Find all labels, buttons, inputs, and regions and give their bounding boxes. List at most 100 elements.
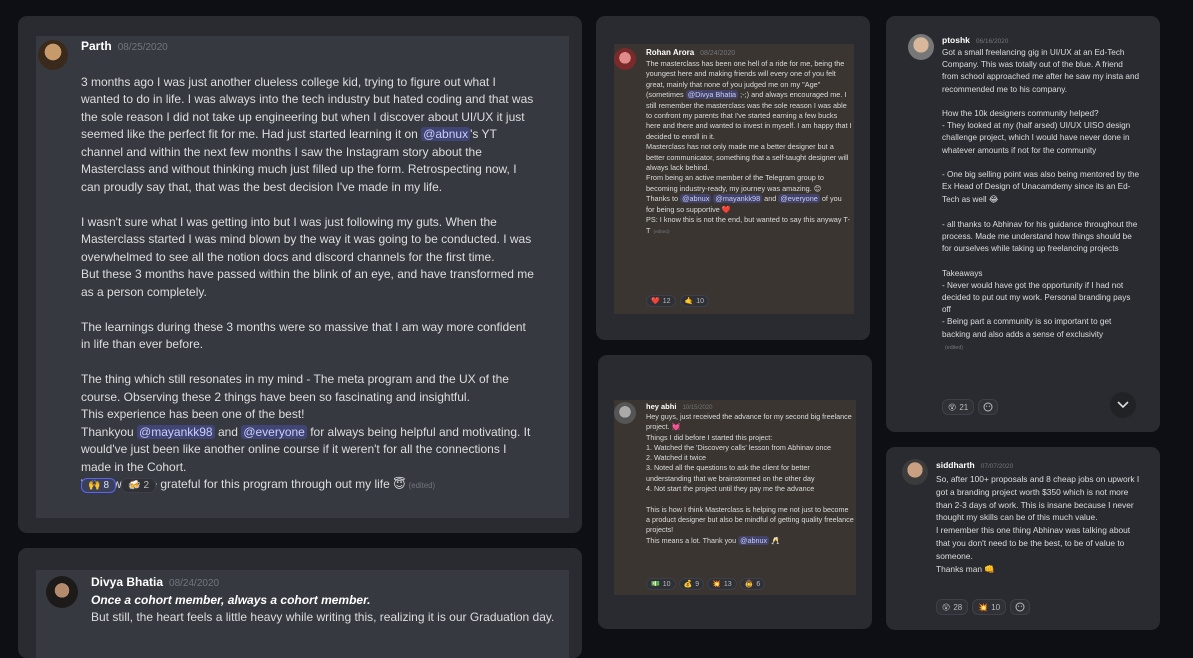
reaction-raised-hands[interactable]: 🙌 8 (81, 478, 117, 493)
reaction-moneybag[interactable]: 💰 9 (678, 578, 705, 590)
reaction-count: 8 (103, 480, 110, 491)
add-reaction-button[interactable] (978, 399, 999, 415)
laughing-emoji-icon: 😂 (988, 194, 999, 205)
avatar[interactable] (614, 402, 636, 424)
text-1: So, after 100+ proposals and 8 cheap job… (936, 474, 1140, 561)
paragraph-3: The learnings during these 3 months were… (81, 319, 526, 352)
avatar[interactable] (38, 40, 68, 70)
reactions: 💵 10 💰 9 💥 13 🤠 6 (646, 578, 766, 590)
author-name[interactable]: Parth 08/25/2020 (81, 39, 168, 53)
author-name[interactable]: Divya Bhatia 08/24/2020 (91, 575, 219, 589)
raised-hands-icon: 🙌 (88, 480, 101, 491)
card-siddharth: siddharth 07/07/2020 So, after 100+ propo… (886, 447, 1160, 630)
reaction-money[interactable]: 💵 10 (646, 578, 676, 590)
reaction-count: 10 (991, 602, 1001, 612)
timestamp: 08/24/2020 (169, 578, 220, 589)
mention[interactable]: @abnux (680, 194, 712, 204)
card-rohan: Rohan Arora 08/24/2020 The masterclass ha… (596, 16, 870, 340)
add-reaction-button[interactable] (1010, 599, 1031, 615)
reaction-boom[interactable]: 💥 10 (972, 599, 1007, 615)
paragraph: But still, the heart feels a little heav… (91, 610, 555, 624)
mention[interactable]: @Divya Bhatia (685, 90, 739, 100)
message-body: 3 months ago I was just another clueless… (81, 56, 537, 495)
money-icon: 💵 (651, 580, 660, 588)
call-me-hand-icon: 🤙 (684, 297, 694, 305)
reaction-count: 6 (756, 580, 761, 588)
message-body: The masterclass has been one hell of a r… (646, 59, 852, 238)
reaction-count: 9 (695, 580, 700, 588)
mention[interactable]: @abnux (421, 127, 471, 141)
author-name[interactable]: Rohan Arora 08/24/2020 (646, 48, 735, 57)
reactions: ❤️ 12 🤙 10 (646, 295, 710, 307)
message-body: Hey guys, just received the advance for … (646, 412, 854, 546)
fist-bump-icon: 👊 (984, 563, 995, 574)
author-name-text[interactable]: ptoshk (942, 35, 970, 45)
author-name-text[interactable]: siddharth (936, 460, 975, 470)
reaction-heart[interactable]: ❤️ 12 (646, 295, 676, 307)
author-name[interactable]: siddharth 07/07/2020 (936, 460, 1013, 470)
money-bag-icon: 💰 (683, 580, 693, 588)
edited-label: (edited) (408, 481, 436, 490)
mention[interactable]: @everyone (241, 424, 307, 439)
text-2: Things I did before I started this proje… (646, 432, 854, 545)
mention[interactable]: @abnux (738, 535, 770, 545)
avatar[interactable] (614, 48, 636, 70)
author-name-text[interactable]: Divya Bhatia (91, 575, 163, 589)
reaction-count: 10 (696, 297, 705, 305)
author-name-text[interactable]: hey abhi (646, 402, 676, 411)
reaction-beers[interactable]: 🍻 2 (121, 478, 157, 493)
thanks-text: Thanks man (936, 563, 983, 574)
message-body: So, after 100+ proposals and 8 cheap job… (936, 473, 1142, 575)
mention[interactable]: @mayankk98 (713, 194, 763, 204)
and-text: and (764, 194, 777, 204)
edited-label: (edited) (653, 229, 670, 235)
mention[interactable]: @everyone (778, 194, 820, 204)
card-parth: Parth 08/25/2020 3 months ago I was just … (18, 16, 582, 533)
reaction-count: 21 (959, 402, 969, 412)
message-body: Got a small freelancing gig in UI/UX at … (942, 47, 1140, 389)
reaction-count: 10 (662, 580, 671, 588)
scroll-down-button[interactable] (1110, 392, 1136, 418)
message-abhi: hey abhi 10/15/2020 Hey guys, just receiv… (614, 400, 856, 595)
avatar[interactable] (46, 576, 78, 608)
dizzy-face-icon: 😵 (948, 402, 957, 412)
timestamp: 06/16/2020 (975, 38, 1009, 45)
message-rohan: Rohan Arora 08/24/2020 The masterclass ha… (614, 44, 854, 314)
message-body: Once a cohort member, always a cohort me… (91, 592, 556, 626)
timestamp: 10/15/2020 (682, 405, 713, 411)
text-1: Got a small freelancing gig in UI/UX at … (942, 48, 1140, 205)
add-reaction-icon (1015, 602, 1025, 612)
reaction-count: 28 (953, 602, 963, 612)
heart-icon: ❤️ (651, 297, 660, 305)
author-name[interactable]: ptoshk 06/16/2020 (942, 35, 1008, 45)
paragraph-2: I wasn't sure what I was getting into bu… (81, 214, 534, 299)
clinking-glasses-icon: 🥂 (771, 535, 780, 545)
beers-icon: 🍻 (128, 480, 141, 491)
reaction-astonished[interactable]: 😲 28 (936, 599, 969, 615)
text-2: ;-;) and always encouraged me. I still r… (646, 90, 852, 193)
mention[interactable]: @mayankk98 (137, 424, 215, 439)
reactions: 😵 21 (942, 399, 999, 415)
add-reaction-icon (983, 402, 993, 412)
author-name[interactable]: hey abhi 10/15/2020 (646, 402, 712, 411)
text-3: Thanks to (646, 194, 679, 204)
smile-emoji-icon: 😊 (813, 183, 822, 193)
boom-icon: 💥 (978, 602, 989, 612)
cowboy-icon: 🤠 (744, 580, 754, 588)
message-divya: Divya Bhatia 08/24/2020 Once a cohort mem… (36, 570, 569, 658)
avatar[interactable] (908, 34, 934, 60)
reactions: 🙌 8 🍻 2 (81, 478, 157, 493)
avatar[interactable] (902, 459, 928, 485)
reaction-boom[interactable]: 💥 13 (707, 578, 737, 590)
reaction-count: 12 (662, 297, 671, 305)
chevron-down-icon (1117, 401, 1129, 409)
reaction-call-me[interactable]: 🤙 10 (679, 295, 710, 307)
card-abhi: hey abhi 10/15/2020 Hey guys, just receiv… (598, 355, 872, 629)
reaction-cowboy[interactable]: 🤠 6 (739, 578, 766, 590)
astonished-face-icon: 😲 (942, 602, 951, 612)
author-name-text[interactable]: Parth (81, 39, 112, 53)
reaction-dizzy[interactable]: 😵 21 (942, 399, 975, 415)
timestamp: 08/24/2020 (700, 50, 736, 57)
timestamp: 07/07/2020 (980, 463, 1014, 470)
author-name-text[interactable]: Rohan Arora (646, 48, 694, 57)
